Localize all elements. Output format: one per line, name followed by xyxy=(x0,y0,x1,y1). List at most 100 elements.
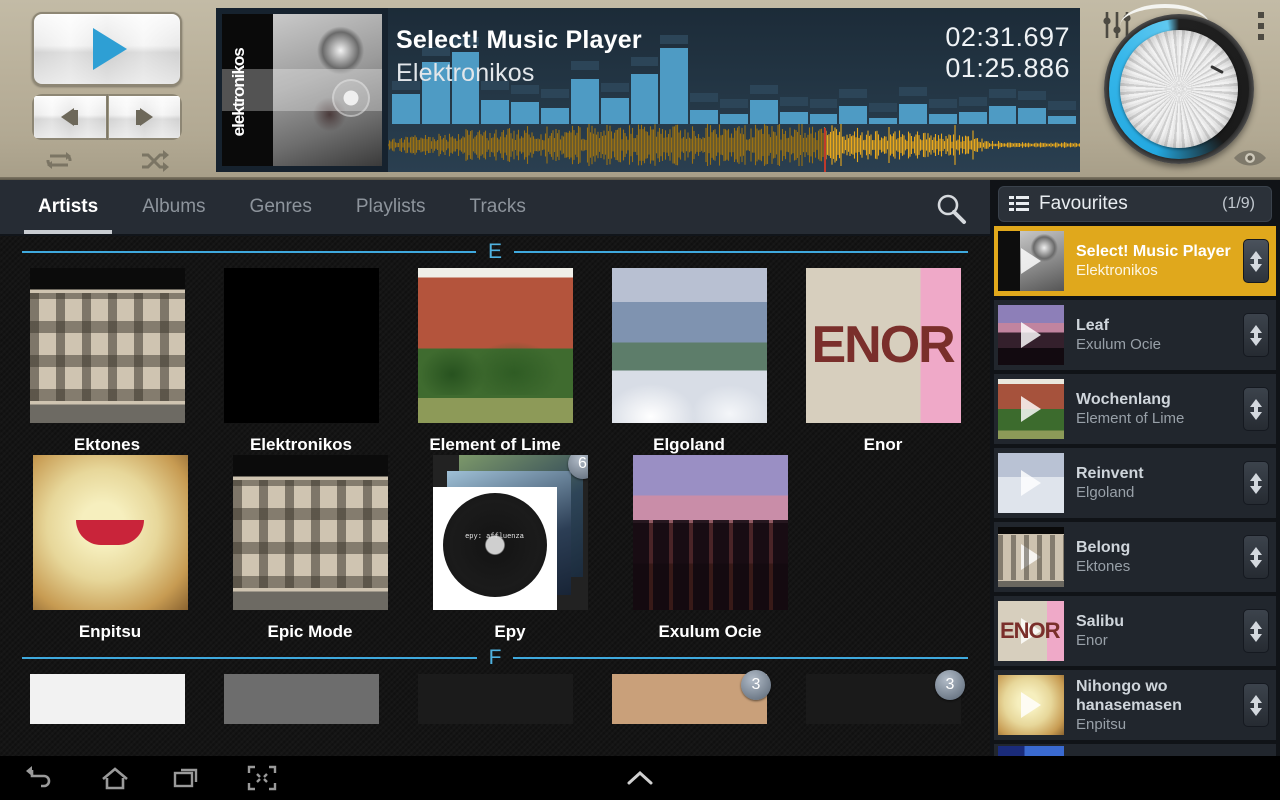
artist-name: Epy xyxy=(494,622,526,641)
list-icon xyxy=(1009,196,1029,212)
artists-grid[interactable]: E Ektones Elektronikos Element of Lime Elgol… xyxy=(0,236,990,756)
favourite-item[interactable]: Select! Music Player Elektronikos xyxy=(994,226,1276,296)
waveform-seekbar[interactable] xyxy=(388,124,1080,166)
favourite-thumbnail xyxy=(998,379,1064,439)
artist-thumbnail xyxy=(417,674,573,724)
back-icon[interactable] xyxy=(24,764,54,792)
favourite-item[interactable]: Salibu Enor xyxy=(994,596,1276,666)
favourite-song-title: Nihongo wo hanasemasen xyxy=(1076,677,1182,714)
artist-cell[interactable]: Ektones xyxy=(15,268,199,455)
favourite-item[interactable]: Nihongo wo hanasemasen Enpitsu xyxy=(994,670,1276,740)
reorder-handle-icon[interactable] xyxy=(1243,461,1269,505)
favourite-item[interactable]: Belong Ektones xyxy=(994,522,1276,592)
play-overlay-icon xyxy=(1021,396,1041,422)
album-art-image: elektronikos xyxy=(222,14,382,166)
artist-cell[interactable]: Elektronikos xyxy=(209,268,393,455)
grid-row-partial: 33 xyxy=(0,670,990,724)
artist-cell[interactable] xyxy=(15,674,199,724)
artist-thumbnail xyxy=(417,268,573,423)
recent-apps-icon[interactable] xyxy=(173,764,203,792)
artist-cell[interactable]: Exulum Ocie xyxy=(615,455,805,642)
play-icon xyxy=(93,28,127,70)
home-icon[interactable] xyxy=(100,764,130,792)
tab-artists[interactable]: Artists xyxy=(16,180,120,234)
section-divider-left xyxy=(22,657,477,659)
favourite-song-title: Reinvent xyxy=(1076,465,1144,482)
tab-albums[interactable]: Albums xyxy=(120,180,227,234)
favourites-header[interactable]: Favourites (1/9) xyxy=(998,186,1272,222)
favourite-song-title: Leaf xyxy=(1076,317,1109,334)
now-playing-info-panel[interactable]: Select! Music Player Elektronikos 02:31.… xyxy=(388,8,1080,172)
artist-thumbnail xyxy=(805,268,961,423)
artist-artwork xyxy=(29,268,185,423)
library-tab-bar: Artists Albums Genres Playlists Tracks xyxy=(0,180,990,236)
album-count-badge: 3 xyxy=(935,670,965,700)
favourite-text: Belong Ektones xyxy=(1064,538,1243,576)
artist-name: Exulum Ocie xyxy=(658,622,762,641)
favourite-item[interactable]: Reinvent Elgoland xyxy=(994,448,1276,518)
artist-cell[interactable]: Enpitsu xyxy=(15,455,205,642)
favourites-list[interactable]: Select! Music Player Elektronikos Leaf Exul… xyxy=(990,226,1280,756)
shrink-screen-icon[interactable] xyxy=(247,764,277,792)
reorder-handle-icon[interactable] xyxy=(1243,609,1269,653)
artist-artwork xyxy=(805,268,961,423)
volume-knob-indicator xyxy=(1210,64,1224,75)
player-control-bar: elektronikos Select! Music Player Elektr… xyxy=(0,0,1280,180)
artist-cell[interactable]: 3 xyxy=(597,670,781,724)
play-button[interactable] xyxy=(32,12,182,86)
section-divider-right xyxy=(514,251,969,253)
favourites-title: Favourites xyxy=(1039,193,1128,214)
artist-cell[interactable]: Element of Lime xyxy=(403,268,587,455)
mode-toggles xyxy=(32,149,182,173)
artist-cell[interactable]: Enor xyxy=(791,268,975,455)
artist-thumbnail xyxy=(232,455,388,610)
artist-cell[interactable]: Elgoland xyxy=(597,268,781,455)
reorder-handle-icon[interactable] xyxy=(1243,387,1269,431)
album-stack-front: epy: affluenza xyxy=(432,487,557,610)
playhead-marker xyxy=(823,128,826,172)
next-button[interactable] xyxy=(107,94,182,140)
artist-name: Elgoland xyxy=(653,435,725,454)
overflow-menu-icon[interactable] xyxy=(1258,12,1266,45)
artist-cell[interactable]: epy: affluenza 6 Epy xyxy=(415,455,605,642)
artist-thumbnail xyxy=(611,268,767,423)
favourite-song-title: Select! Music Player xyxy=(1076,243,1231,260)
reorder-handle-icon[interactable] xyxy=(1243,313,1269,357)
vinyl-art xyxy=(442,493,547,597)
artist-cell[interactable] xyxy=(403,674,587,724)
reorder-handle-icon[interactable] xyxy=(1243,683,1269,727)
tab-label: Genres xyxy=(249,196,312,217)
favourite-thumbnail xyxy=(998,527,1064,587)
tab-genres[interactable]: Genres xyxy=(228,180,334,234)
artist-cell[interactable]: Epic Mode xyxy=(215,455,405,642)
total-time: 02:31.697 xyxy=(945,22,1070,52)
favourites-count: (1/9) xyxy=(1222,195,1255,212)
favourite-item[interactable]: Wochenlang Element of Lime xyxy=(994,374,1276,444)
now-playing-title: Select! Music Player xyxy=(396,26,642,54)
elapsed-time: 01:25.886 xyxy=(945,53,1070,83)
tab-playlists[interactable]: Playlists xyxy=(334,180,448,234)
now-playing-times: 02:31.697 01:25.886 xyxy=(945,22,1070,84)
shuffle-icon[interactable] xyxy=(140,149,170,173)
volume-knob[interactable] xyxy=(1104,14,1254,164)
eye-icon[interactable] xyxy=(1232,147,1268,169)
artist-cell[interactable]: 3 xyxy=(791,670,975,724)
favourite-item[interactable] xyxy=(994,744,1276,756)
reorder-handle-icon[interactable] xyxy=(1243,239,1269,283)
favourite-artist: Enpitsu xyxy=(1076,715,1127,733)
expand-up-icon[interactable] xyxy=(625,764,655,792)
artist-cell[interactable] xyxy=(209,674,393,724)
favourite-item[interactable]: Leaf Exulum Ocie xyxy=(994,300,1276,370)
favourite-artist: Elektronikos xyxy=(1076,262,1158,279)
search-icon[interactable] xyxy=(934,192,968,226)
tab-label: Tracks xyxy=(469,196,526,217)
repeat-icon[interactable] xyxy=(44,149,74,173)
favourite-artist: Enor xyxy=(1076,632,1108,649)
favourite-thumbnail xyxy=(998,453,1064,513)
previous-button[interactable] xyxy=(32,94,108,140)
play-overlay-icon xyxy=(1021,692,1041,718)
tab-tracks[interactable]: Tracks xyxy=(448,180,548,234)
tab-label: Artists xyxy=(38,196,99,217)
reorder-handle-icon[interactable] xyxy=(1243,535,1269,579)
now-playing-album-art[interactable]: elektronikos xyxy=(216,8,388,172)
